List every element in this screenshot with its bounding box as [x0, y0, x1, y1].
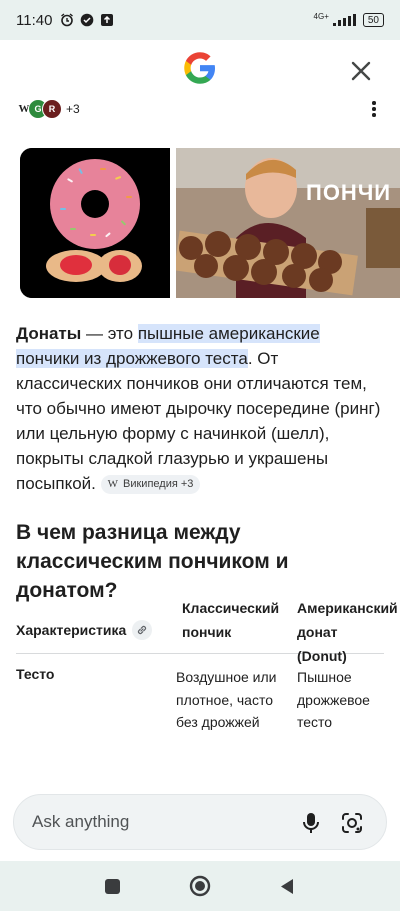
answer-term: Донаты [16, 324, 82, 343]
chef-with-donuts-photo-icon [176, 148, 400, 298]
ask-bar [13, 794, 387, 850]
status-bar: 11:40 4G+ 50 [0, 0, 400, 40]
mic-icon[interactable] [300, 811, 322, 835]
recents-button[interactable] [105, 879, 120, 894]
close-icon[interactable] [348, 58, 374, 84]
status-system-icons: 4G+ 50 [313, 11, 384, 27]
donut-video-image[interactable]: ПОНЧИ [176, 148, 400, 298]
table-row: Тесто Воздушное или плотное, часто без д… [16, 654, 384, 764]
signal-icon [332, 14, 356, 26]
wikipedia-icon: W [107, 478, 119, 491]
status-notification-icons [60, 13, 114, 27]
wikipedia-source-chip[interactable]: W Википедия +3 [100, 475, 201, 495]
source-icon-red: R [42, 99, 62, 119]
upload-icon [101, 14, 114, 26]
back-button[interactable] [279, 878, 295, 895]
section-title: В чем разница между классическим пончико… [16, 521, 289, 602]
status-time: 11:40 [16, 11, 53, 29]
system-nav-bar [0, 861, 400, 911]
donut-photo-icon [20, 148, 170, 298]
table-cell: Тесто [16, 666, 55, 682]
home-button[interactable] [189, 875, 211, 897]
header-label: Характеристика [16, 622, 127, 638]
sources-row[interactable]: W G R +3 [14, 98, 80, 120]
check-circle-icon [81, 13, 94, 27]
image-overlay-text: ПОНЧИ [306, 180, 392, 205]
sources-count: +3 [66, 102, 80, 116]
table-header-classic: Классический пончик [182, 600, 280, 640]
table-header-characteristic: Характеристика [16, 620, 153, 640]
answer-dash: — это [81, 324, 138, 343]
comparison-table: Характеристика Классический пончик Амери… [16, 596, 398, 764]
google-g-logo [184, 52, 215, 84]
table-cell: Пышное дрожжевое тесто [297, 669, 370, 730]
ask-input[interactable] [32, 812, 282, 832]
source-chip-label: Википедия +3 [123, 478, 194, 491]
network-type: 4G+ [313, 11, 329, 21]
image-carousel[interactable]: ПОНЧИ [20, 148, 400, 298]
link-icon[interactable] [132, 620, 153, 640]
alarm-icon [61, 13, 74, 27]
table-header: Характеристика Классический пончик Амери… [16, 596, 398, 664]
donut-image[interactable] [20, 148, 170, 298]
more-options-icon[interactable] [366, 98, 382, 120]
google-lens-icon[interactable] [340, 811, 364, 835]
header [0, 40, 400, 100]
answer-rest: . От классических пончиков они отличаютс… [16, 349, 381, 493]
ai-answer-text: Донаты — это пышные американские пончики… [16, 321, 386, 496]
battery-indicator: 50 [362, 13, 384, 27]
table-cell: Воздушное или плотное, часто без дрожжей [176, 669, 277, 730]
